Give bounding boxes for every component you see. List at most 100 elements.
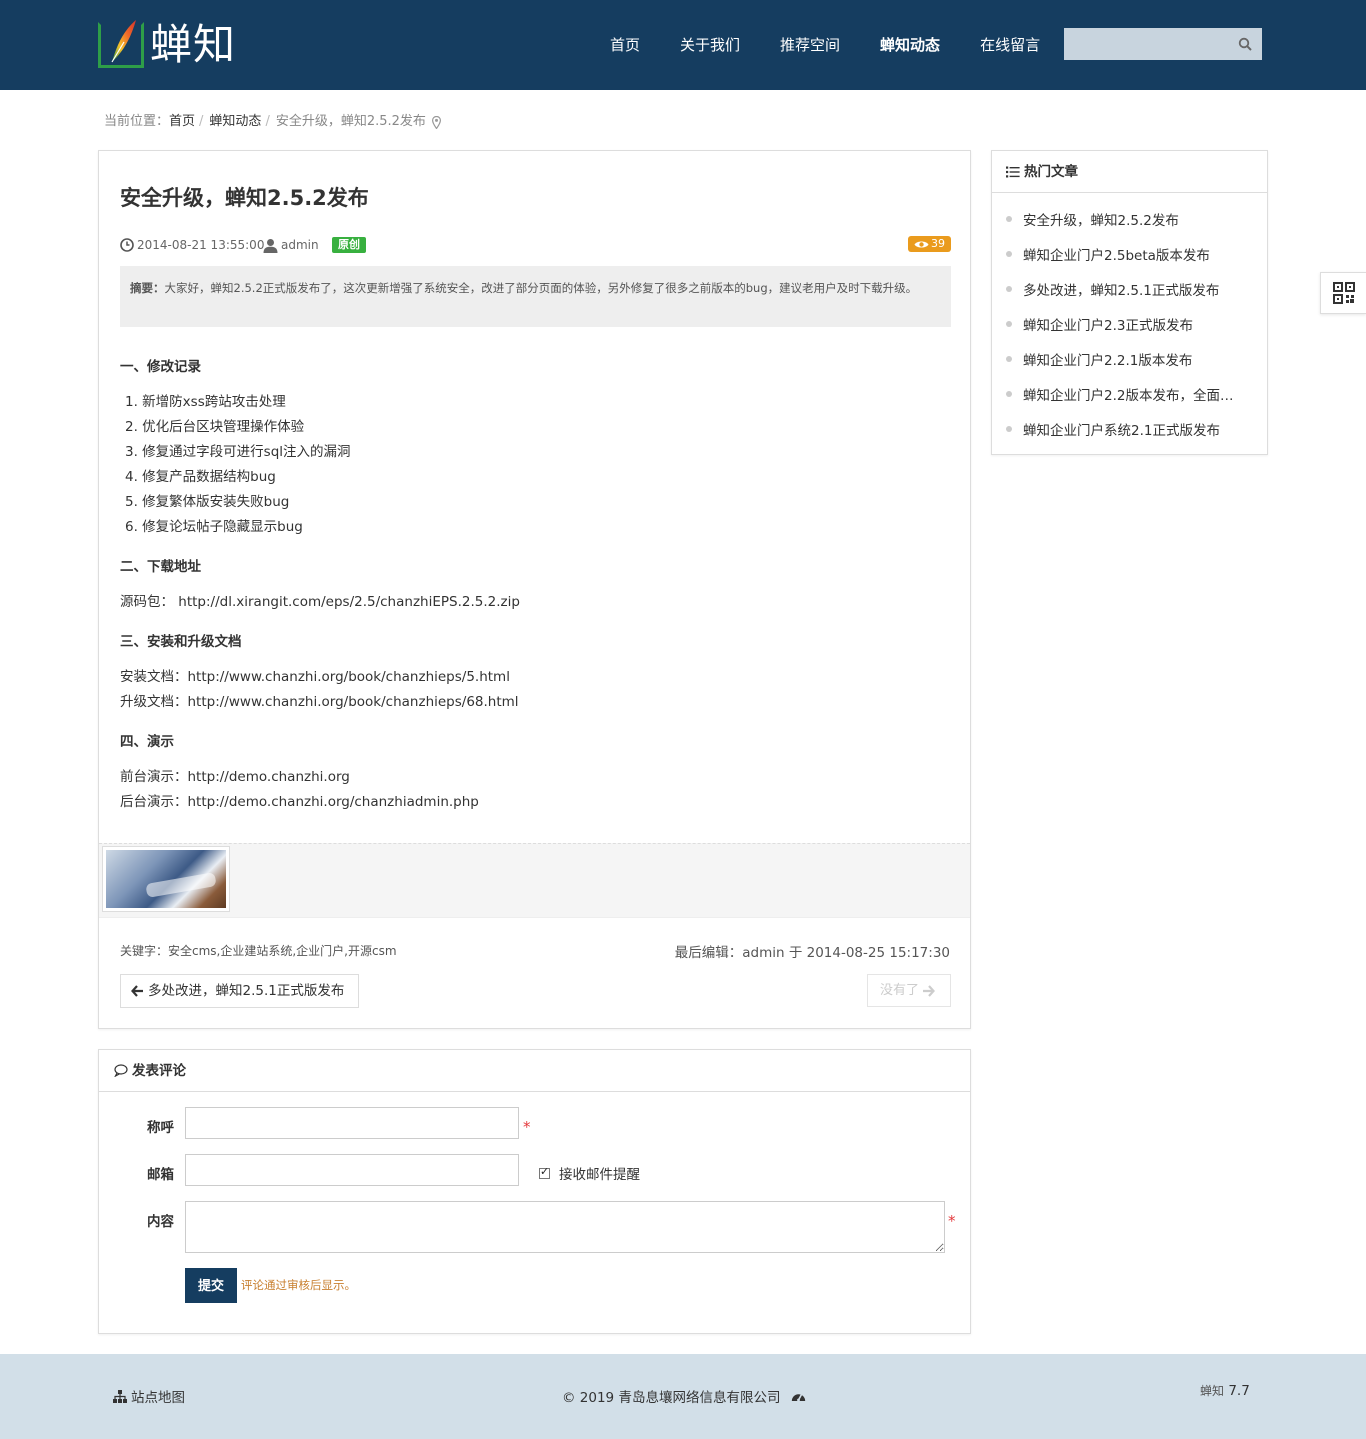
nav-about[interactable]: 关于我们 bbox=[660, 0, 760, 90]
section-heading: 二、下载地址 bbox=[120, 559, 201, 575]
hot-article-title: 蝉知企业门户2.2版本发布，全面… bbox=[1023, 388, 1234, 404]
hot-article-link[interactable]: 蝉知企业门户2.3正式版发布 bbox=[1006, 314, 1258, 334]
article-summary: 摘要：大家好，蝉知2.5.2正式版发布了，这次更新增强了系统安全，改进了部分页面… bbox=[120, 266, 951, 327]
upgrade-doc-link[interactable]: 升级文档：http://www.chanzhi.org/book/chanzhi… bbox=[120, 690, 519, 710]
arrow-left-icon bbox=[131, 985, 143, 997]
checkbox-checked-icon[interactable] bbox=[539, 1165, 550, 1179]
next-article-button[interactable]: 没有了 bbox=[867, 974, 951, 1007]
hot-article-title: 蝉知企业门户2.3正式版发布 bbox=[1023, 318, 1193, 334]
change-item: 2. 优化后台区块管理操作体验 bbox=[125, 419, 305, 435]
qr-code-button[interactable] bbox=[1320, 272, 1366, 314]
prev-article-label: 多处改进，蝉知2.5.1正式版发布 bbox=[148, 983, 345, 999]
attachment-strip bbox=[99, 843, 970, 918]
breadcrumb: 当前位置： 首页 / 蝉知动态 / 安全升级，蝉知2.5.2发布 bbox=[104, 112, 441, 132]
search-box bbox=[1064, 28, 1262, 60]
change-item: 5. 修复繁体版安装失败bug bbox=[125, 494, 290, 510]
bullet-dot bbox=[1006, 321, 1012, 327]
nav-news[interactable]: 蝉知动态 bbox=[860, 0, 960, 90]
comment-panel: 发表评论 称呼 * 邮箱 接收邮件提醒 内容 * 提交 评论通过审核后显示。 bbox=[98, 1049, 971, 1334]
front-demo-link[interactable]: 前台演示：http://demo.chanzhi.org bbox=[120, 765, 350, 785]
breadcrumb-prefix: 当前位置： bbox=[104, 114, 170, 129]
hot-article-link[interactable]: 安全升级，蝉知2.5.2发布 bbox=[1006, 209, 1258, 229]
original-badge: 原创 bbox=[332, 237, 366, 253]
nav-home[interactable]: 首页 bbox=[590, 0, 660, 90]
bullet-dot bbox=[1006, 356, 1012, 362]
change-item: 1. 新增防xss跨站攻击处理 bbox=[125, 394, 286, 410]
comment-header: 发表评论 bbox=[99, 1050, 970, 1092]
download-link[interactable]: 源码包： http://dl.xirangit.com/eps/2.5/chan… bbox=[120, 590, 520, 610]
site-footer: 站点地图 © 2019 青岛息壤网络信息有限公司 蝉知 7.7 bbox=[0, 1354, 1366, 1439]
arrow-right-icon bbox=[923, 984, 935, 997]
dashboard-icon[interactable] bbox=[791, 1390, 806, 1402]
breadcrumb-separator: / bbox=[265, 114, 270, 129]
nav-message[interactable]: 在线留言 bbox=[960, 0, 1060, 90]
prev-article-button[interactable]: 多处改进，蝉知2.5.1正式版发布 bbox=[120, 974, 359, 1008]
copyright: © 2019 青岛息壤网络信息有限公司 bbox=[562, 1386, 806, 1406]
article-author-text: admin bbox=[281, 238, 319, 252]
hot-article-title: 蝉知企业门户系统2.1正式版发布 bbox=[1023, 423, 1220, 439]
sitemap-link[interactable]: 站点地图 bbox=[113, 1386, 185, 1406]
admin-demo-link[interactable]: 后台演示：http://demo.chanzhi.org/chanzhiadmi… bbox=[120, 790, 479, 810]
last-edit-info: 最后编辑：admin 于 2014-08-25 15:17:30 bbox=[674, 945, 950, 961]
views-count: 39 bbox=[931, 237, 945, 250]
article-panel: 安全升级，蝉知2.5.2发布 2014-08-21 13:55:00 admin… bbox=[98, 150, 971, 1029]
breadcrumb-news[interactable]: 蝉知动态 bbox=[209, 112, 261, 132]
sitemap-label: 站点地图 bbox=[131, 1390, 185, 1406]
hot-article-title: 蝉知企业门户2.5beta版本发布 bbox=[1023, 248, 1210, 264]
hot-article-title: 蝉知企业门户2.2.1版本发布 bbox=[1023, 353, 1193, 369]
change-item: 6. 修复论坛帖子隐藏显示bug bbox=[125, 519, 303, 535]
user-icon bbox=[263, 238, 278, 253]
article-title: 安全升级，蝉知2.5.2发布 bbox=[120, 186, 369, 210]
qr-code-icon bbox=[1332, 282, 1355, 304]
search-input[interactable] bbox=[1064, 28, 1234, 60]
list-icon bbox=[1006, 166, 1020, 177]
notify-label: 接收邮件提醒 bbox=[559, 1167, 640, 1183]
section-heading: 一、修改记录 bbox=[120, 359, 201, 375]
install-doc-link[interactable]: 安装文档：http://www.chanzhi.org/book/chanzhi… bbox=[120, 665, 510, 685]
breadcrumb-separator: / bbox=[199, 114, 204, 129]
views-badge: 39 bbox=[908, 236, 951, 252]
section-heading: 三、安装和升级文档 bbox=[120, 634, 242, 650]
powered-brand: 蝉知 bbox=[1200, 1384, 1225, 1398]
notify-checkbox[interactable]: 接收邮件提醒 bbox=[539, 1163, 640, 1183]
breadcrumb-home[interactable]: 首页 bbox=[169, 112, 195, 132]
hot-article-link[interactable]: 蝉知企业门户2.5beta版本发布 bbox=[1006, 244, 1258, 264]
summary-label: 摘要： bbox=[130, 281, 165, 295]
hot-article-link[interactable]: 多处改进，蝉知2.5.1正式版发布 bbox=[1006, 279, 1258, 299]
required-mark: * bbox=[523, 1118, 531, 1136]
article-date-text: 2014-08-21 13:55:00 bbox=[137, 238, 265, 252]
powered-version: 7.7 bbox=[1228, 1383, 1250, 1399]
required-mark: * bbox=[948, 1212, 956, 1230]
nav-recommended[interactable]: 推荐空间 bbox=[760, 0, 860, 90]
hot-article-link[interactable]: 蝉知企业门户2.2.1版本发布 bbox=[1006, 349, 1258, 369]
eye-icon bbox=[914, 241, 929, 247]
content-label: 内容 bbox=[147, 1214, 174, 1230]
hot-articles-panel: 热门文章 安全升级，蝉知2.5.2发布 蝉知企业门户2.5beta版本发布 多处… bbox=[991, 150, 1268, 455]
submit-button[interactable]: 提交 bbox=[185, 1268, 237, 1303]
bullet-dot bbox=[1006, 426, 1012, 432]
clock-icon bbox=[120, 238, 134, 252]
powered-by-link[interactable]: 蝉知 7.7 bbox=[1200, 1382, 1250, 1399]
attachment-thumbnail[interactable] bbox=[102, 846, 230, 912]
email-field[interactable] bbox=[185, 1154, 519, 1186]
comment-icon bbox=[114, 1064, 128, 1077]
search-icon[interactable] bbox=[1238, 37, 1252, 51]
hot-article-link[interactable]: 蝉知企业门户2.2版本发布，全面… bbox=[1006, 384, 1258, 404]
bullet-dot bbox=[1006, 216, 1012, 222]
section-heading: 四、演示 bbox=[120, 734, 174, 750]
name-field[interactable] bbox=[185, 1107, 519, 1139]
logo-text: 蝉知 bbox=[150, 20, 237, 69]
content-textarea[interactable] bbox=[185, 1201, 945, 1253]
thumbnail-image bbox=[106, 850, 226, 908]
bullet-dot bbox=[1006, 286, 1012, 292]
hot-article-link[interactable]: 蝉知企业门户系统2.1正式版发布 bbox=[1006, 419, 1258, 439]
hot-article-title: 安全升级，蝉知2.5.2发布 bbox=[1023, 213, 1179, 229]
bullet-dot bbox=[1006, 391, 1012, 397]
site-logo[interactable]: 蝉知 bbox=[98, 20, 248, 70]
email-label: 邮箱 bbox=[147, 1167, 174, 1183]
review-hint: 评论通过审核后显示。 bbox=[241, 1278, 356, 1292]
map-pin-icon bbox=[431, 115, 441, 129]
hot-article-title: 多处改进，蝉知2.5.1正式版发布 bbox=[1023, 283, 1220, 299]
article-meta: 2014-08-21 13:55:00 admin 原创 39 bbox=[120, 236, 951, 254]
breadcrumb-current: 安全升级，蝉知2.5.2发布 bbox=[275, 114, 426, 129]
